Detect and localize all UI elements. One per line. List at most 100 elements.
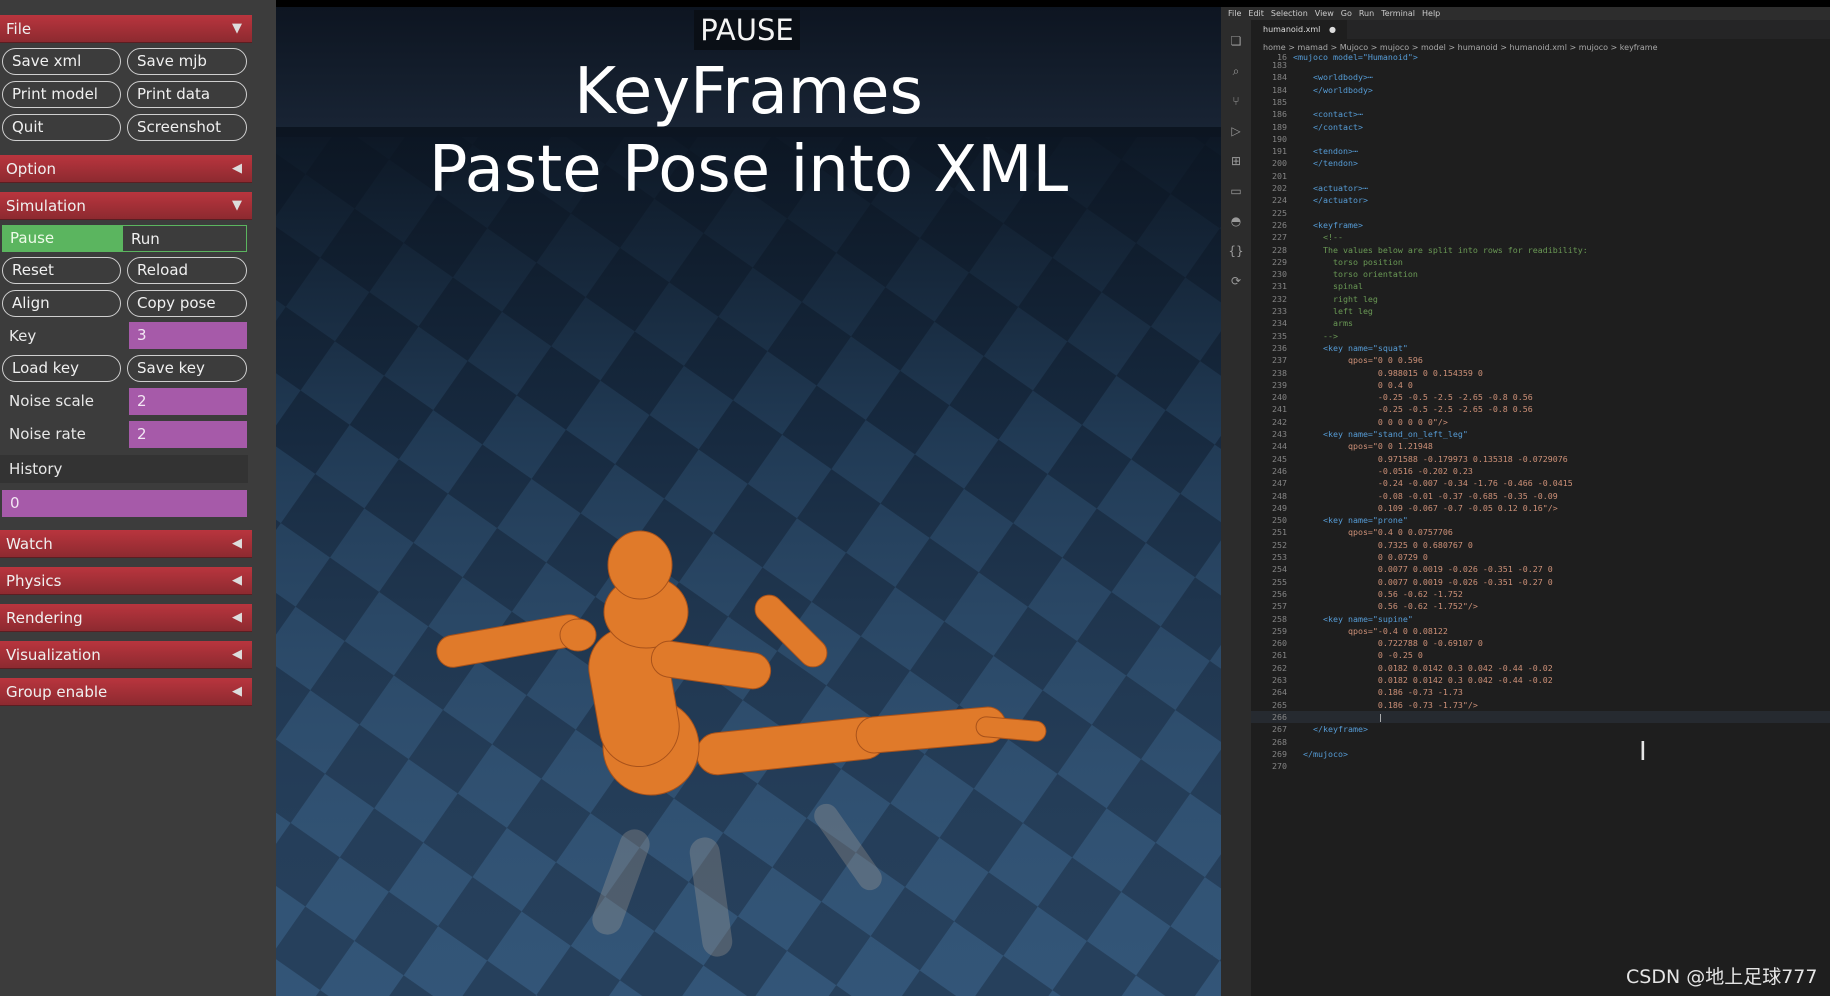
- code-line[interactable]: 252 0.7325 0 0.680767 0: [1251, 539, 1830, 551]
- code-line[interactable]: 236 <key name="squat": [1251, 342, 1830, 354]
- code-line[interactable]: 257 0.56 -0.62 -1.752"/>: [1251, 600, 1830, 612]
- code-line[interactable]: 189 </contact>: [1251, 121, 1830, 133]
- extensions-icon[interactable]: ⊞: [1228, 154, 1244, 168]
- code-line[interactable]: 246 -0.0516 -0.202 0.23: [1251, 465, 1830, 477]
- code-line[interactable]: 269 </mujoco>: [1251, 748, 1830, 760]
- code-line[interactable]: 254 0.0077 0.0019 -0.026 -0.351 -0.27 0: [1251, 563, 1830, 575]
- noise-scale-slider[interactable]: 2: [129, 388, 247, 415]
- menu-item[interactable]: Run: [1359, 9, 1374, 18]
- code-line[interactable]: 268: [1251, 736, 1830, 748]
- code-line[interactable]: 191 <tendon>⋯: [1251, 145, 1830, 157]
- menu-item[interactable]: Help: [1422, 9, 1440, 18]
- file-section-header[interactable]: File ▼: [0, 15, 252, 43]
- option-section-header[interactable]: Option ◀: [0, 155, 252, 183]
- code-line[interactable]: 264 0.186 -0.73 -1.73: [1251, 686, 1830, 698]
- simulation-section-header[interactable]: Simulation ▼: [0, 192, 252, 220]
- menu-item[interactable]: Selection: [1271, 9, 1308, 18]
- code-line[interactable]: 184 </worldbody>: [1251, 84, 1830, 96]
- reload-button[interactable]: Reload: [127, 257, 247, 284]
- menu-item[interactable]: View: [1315, 9, 1334, 18]
- code-line[interactable]: 225: [1251, 207, 1830, 219]
- unsaved-dot-icon[interactable]: ●: [1329, 25, 1336, 34]
- code-line[interactable]: 250 <key name="prone": [1251, 514, 1830, 526]
- code-line[interactable]: 228 The values below are split into rows…: [1251, 244, 1830, 256]
- code-line[interactable]: 231 spinal: [1251, 280, 1830, 292]
- key-slider[interactable]: 3: [129, 322, 247, 349]
- code-line[interactable]: 186 <contact>⋯: [1251, 108, 1830, 120]
- remote-explorer-icon[interactable]: ▭: [1228, 184, 1244, 198]
- explorer-icon[interactable]: ❏: [1228, 34, 1244, 48]
- code-line[interactable]: 261 0 -0.25 0: [1251, 649, 1830, 661]
- code-line[interactable]: 241 -0.25 -0.5 -2.5 -2.65 -0.8 0.56: [1251, 403, 1830, 415]
- code-line[interactable]: 270: [1251, 760, 1830, 772]
- code-line[interactable]: 233 left leg: [1251, 305, 1830, 317]
- code-line[interactable]: 259 qpos="-0.4 0 0.08122: [1251, 625, 1830, 637]
- code-line[interactable]: 184 <worldbody>⋯: [1251, 71, 1830, 83]
- save-key-button[interactable]: Save key: [127, 355, 247, 382]
- screenshot-button[interactable]: Screenshot: [127, 114, 247, 141]
- menu-item[interactable]: Terminal: [1381, 9, 1415, 18]
- pause-toggle[interactable]: Pause: [2, 225, 122, 252]
- code-line[interactable]: 266 |: [1251, 710, 1830, 723]
- code-line[interactable]: 239 0 0.4 0: [1251, 379, 1830, 391]
- rendering-section-header[interactable]: Rendering ◀: [0, 604, 252, 632]
- code-line[interactable]: 227 <!--: [1251, 231, 1830, 243]
- code-line[interactable]: 255 0.0077 0.0019 -0.026 -0.351 -0.27 0: [1251, 576, 1830, 588]
- load-key-button[interactable]: Load key: [2, 355, 121, 382]
- code-line[interactable]: 200 </tendon>: [1251, 157, 1830, 169]
- code-line[interactable]: 240 -0.25 -0.5 -2.5 -2.65 -0.8 0.56: [1251, 391, 1830, 403]
- code-line[interactable]: 262 0.0182 0.0142 0.3 0.042 -0.44 -0.02: [1251, 662, 1830, 674]
- code-line[interactable]: 224 </actuator>: [1251, 194, 1830, 206]
- code-line[interactable]: 201: [1251, 170, 1830, 182]
- save-mjb-button[interactable]: Save mjb: [127, 48, 247, 75]
- code-line[interactable]: 234 arms: [1251, 317, 1830, 329]
- tab-humanoid-xml[interactable]: humanoid.xml ●: [1251, 20, 1347, 39]
- code-line[interactable]: 235 -->: [1251, 330, 1830, 342]
- code-line[interactable]: 237 qpos="0 0 0.596: [1251, 354, 1830, 366]
- code-line[interactable]: 183: [1251, 59, 1830, 71]
- code-line[interactable]: 263 0.0182 0.0142 0.3 0.042 -0.44 -0.02: [1251, 674, 1830, 686]
- align-button[interactable]: Align: [2, 290, 121, 317]
- code-line[interactable]: 185: [1251, 96, 1830, 108]
- docker-icon[interactable]: ◓: [1228, 214, 1244, 228]
- code-line[interactable]: 260 0.722788 0 -0.69107 0: [1251, 637, 1830, 649]
- code-line[interactable]: 248 -0.08 -0.01 -0.37 -0.685 -0.35 -0.09: [1251, 490, 1830, 502]
- code-line[interactable]: 238 0.988015 0 0.154359 0: [1251, 367, 1830, 379]
- history-slider[interactable]: 0: [2, 490, 247, 517]
- menu-item[interactable]: Edit: [1248, 9, 1264, 18]
- code-line[interactable]: 226 <keyframe>: [1251, 219, 1830, 231]
- run-toggle[interactable]: Run: [122, 225, 247, 252]
- search-icon[interactable]: ⌕: [1228, 64, 1244, 78]
- code-line[interactable]: 190: [1251, 133, 1830, 145]
- quit-button[interactable]: Quit: [2, 114, 121, 141]
- code-line[interactable]: 253 0 0.0729 0: [1251, 551, 1830, 563]
- code-line[interactable]: 247 -0.24 -0.007 -0.34 -1.76 -0.466 -0.0…: [1251, 477, 1830, 489]
- code-line[interactable]: 249 0.109 -0.067 -0.7 -0.05 0.12 0.16"/>: [1251, 502, 1830, 514]
- run-debug-icon[interactable]: ▷: [1228, 124, 1244, 138]
- code-line[interactable]: 258 <key name="supine": [1251, 613, 1830, 625]
- save-xml-button[interactable]: Save xml: [2, 48, 121, 75]
- json-icon[interactable]: {}: [1228, 244, 1244, 258]
- visualization-section-header[interactable]: Visualization ◀: [0, 641, 252, 669]
- physics-section-header[interactable]: Physics ◀: [0, 567, 252, 595]
- noise-rate-slider[interactable]: 2: [129, 421, 247, 448]
- code-line[interactable]: 245 0.971588 -0.179973 0.135318 -0.07290…: [1251, 453, 1830, 465]
- code-line[interactable]: 230 torso orientation: [1251, 268, 1830, 280]
- code-line[interactable]: 267 </keyframe>: [1251, 723, 1830, 735]
- code-line[interactable]: 243 <key name="stand_on_left_leg": [1251, 428, 1830, 440]
- copy-pose-button[interactable]: Copy pose: [127, 290, 247, 317]
- code-line[interactable]: 202 <actuator>⋯: [1251, 182, 1830, 194]
- watch-section-header[interactable]: Watch ◀: [0, 530, 252, 558]
- menu-item[interactable]: File: [1228, 9, 1241, 18]
- print-data-button[interactable]: Print data: [127, 81, 247, 108]
- code-line[interactable]: 244 qpos="0 0 1.21948: [1251, 440, 1830, 452]
- code-line[interactable]: 256 0.56 -0.62 -1.752: [1251, 588, 1830, 600]
- print-model-button[interactable]: Print model: [2, 81, 121, 108]
- code-line[interactable]: 242 0 0 0 0 0 0"/>: [1251, 416, 1830, 428]
- group-enable-section-header[interactable]: Group enable ◀: [0, 678, 252, 706]
- simulation-viewport[interactable]: PAUSE KeyFrames Paste Pose into XML: [276, 7, 1221, 996]
- remote-icon[interactable]: ⟳: [1228, 274, 1244, 288]
- code-line[interactable]: 229 torso position: [1251, 256, 1830, 268]
- code-line[interactable]: 251 qpos="0.4 0 0.0757706: [1251, 526, 1830, 538]
- reset-button[interactable]: Reset: [2, 257, 121, 284]
